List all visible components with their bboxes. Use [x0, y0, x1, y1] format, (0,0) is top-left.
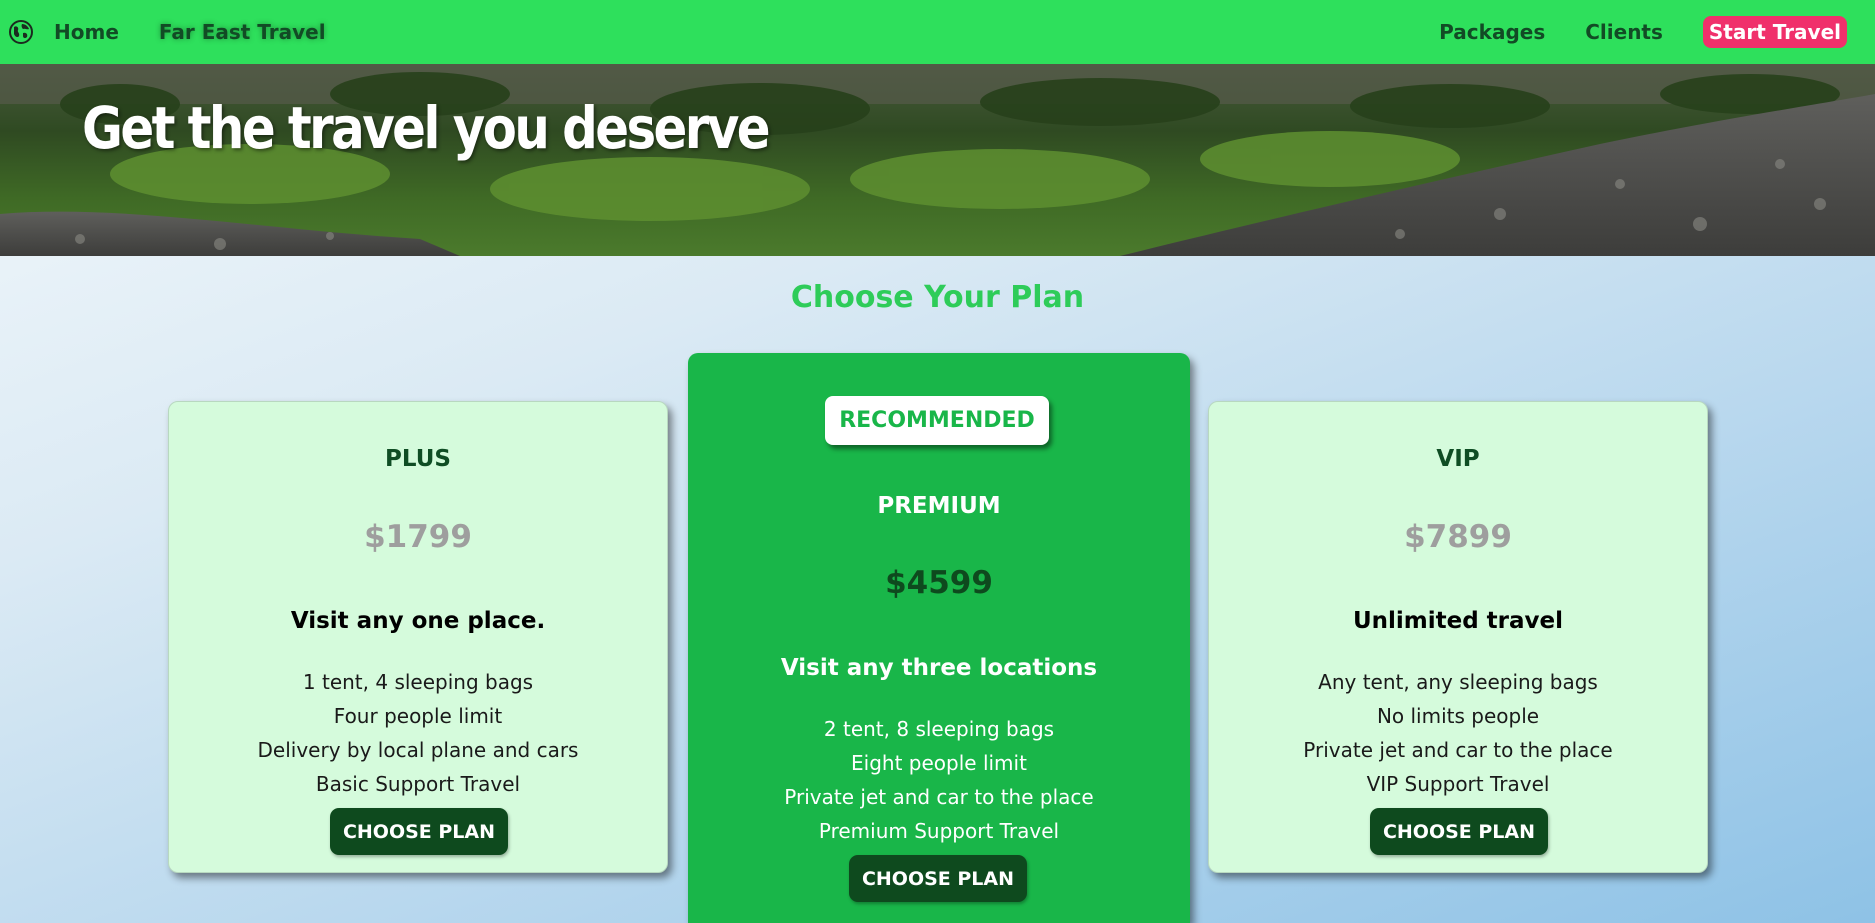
plan-feature: Any tent, any sleeping bags: [1318, 670, 1598, 694]
plan-feature: Four people limit: [333, 704, 503, 728]
nav-link-home[interactable]: Home: [54, 20, 119, 44]
hero-title: Get the travel you deserve: [82, 94, 771, 162]
section-title: Choose Your Plan: [790, 280, 1085, 315]
plan-feature: Premium Support Travel: [818, 819, 1060, 843]
plan-feature: VIP Support Travel: [1366, 772, 1550, 796]
plan-feature: No limits people: [1376, 704, 1540, 728]
plan-headline: Visit any one place.: [290, 608, 546, 634]
plan-card-plus: PLUS $1799 Visit any one place. 1 tent, …: [168, 401, 668, 873]
globe-icon[interactable]: [8, 19, 34, 45]
plan-price: $7899: [1404, 519, 1512, 555]
plan-headline: Unlimited travel: [1352, 608, 1564, 634]
recommended-badge: RECOMMENDED: [825, 396, 1049, 445]
plan-card-vip: VIP $7899 Unlimited travel Any tent, any…: [1208, 401, 1708, 873]
plan-name: PREMIUM: [877, 493, 1001, 519]
plan-feature: Private jet and car to the place: [1303, 738, 1613, 762]
plan-feature: 1 tent, 4 sleeping bags: [302, 670, 534, 694]
plan-headline: Visit any three locations: [780, 655, 1098, 681]
plan-feature: Basic Support Travel: [315, 772, 521, 796]
plan-features-list: 1 tent, 4 sleeping bags Four people limi…: [169, 665, 667, 801]
plan-name: VIP: [1436, 446, 1480, 472]
nav-link-packages[interactable]: Packages: [1439, 20, 1545, 44]
nav-link-clients[interactable]: Clients: [1585, 20, 1663, 44]
plan-name: PLUS: [385, 446, 451, 472]
plan-features-list: Any tent, any sleeping bags No limits pe…: [1209, 665, 1707, 801]
plan-price: $4599: [885, 565, 993, 601]
choose-plan-button-plus[interactable]: CHOOSE PLAN: [330, 808, 508, 855]
nav-right-group: Packages Clients Start Travel: [1399, 0, 1875, 64]
plan-price: $1799: [364, 519, 472, 555]
top-navbar: Home Far East Travel Packages Clients St…: [0, 0, 1875, 64]
plan-feature: Eight people limit: [851, 751, 1027, 775]
plan-card-premium: RECOMMENDED PREMIUM $4599 Visit any thre…: [688, 353, 1190, 923]
start-travel-button[interactable]: Start Travel: [1702, 16, 1847, 48]
choose-plan-button-premium[interactable]: CHOOSE PLAN: [849, 855, 1027, 902]
plan-feature: 2 tent, 8 sleeping bags: [823, 717, 1055, 741]
nav-brand-link[interactable]: Far East Travel: [159, 20, 326, 44]
plan-feature: Private jet and car to the place: [784, 785, 1094, 809]
choose-plan-button-vip[interactable]: CHOOSE PLAN: [1370, 808, 1548, 855]
hero-banner: Get the travel you deserve: [0, 64, 1875, 256]
plan-feature: Delivery by local plane and cars: [257, 738, 579, 762]
nav-left-group: Home Far East Travel: [0, 0, 326, 64]
plan-features-list: 2 tent, 8 sleeping bags Eight people lim…: [688, 712, 1190, 848]
